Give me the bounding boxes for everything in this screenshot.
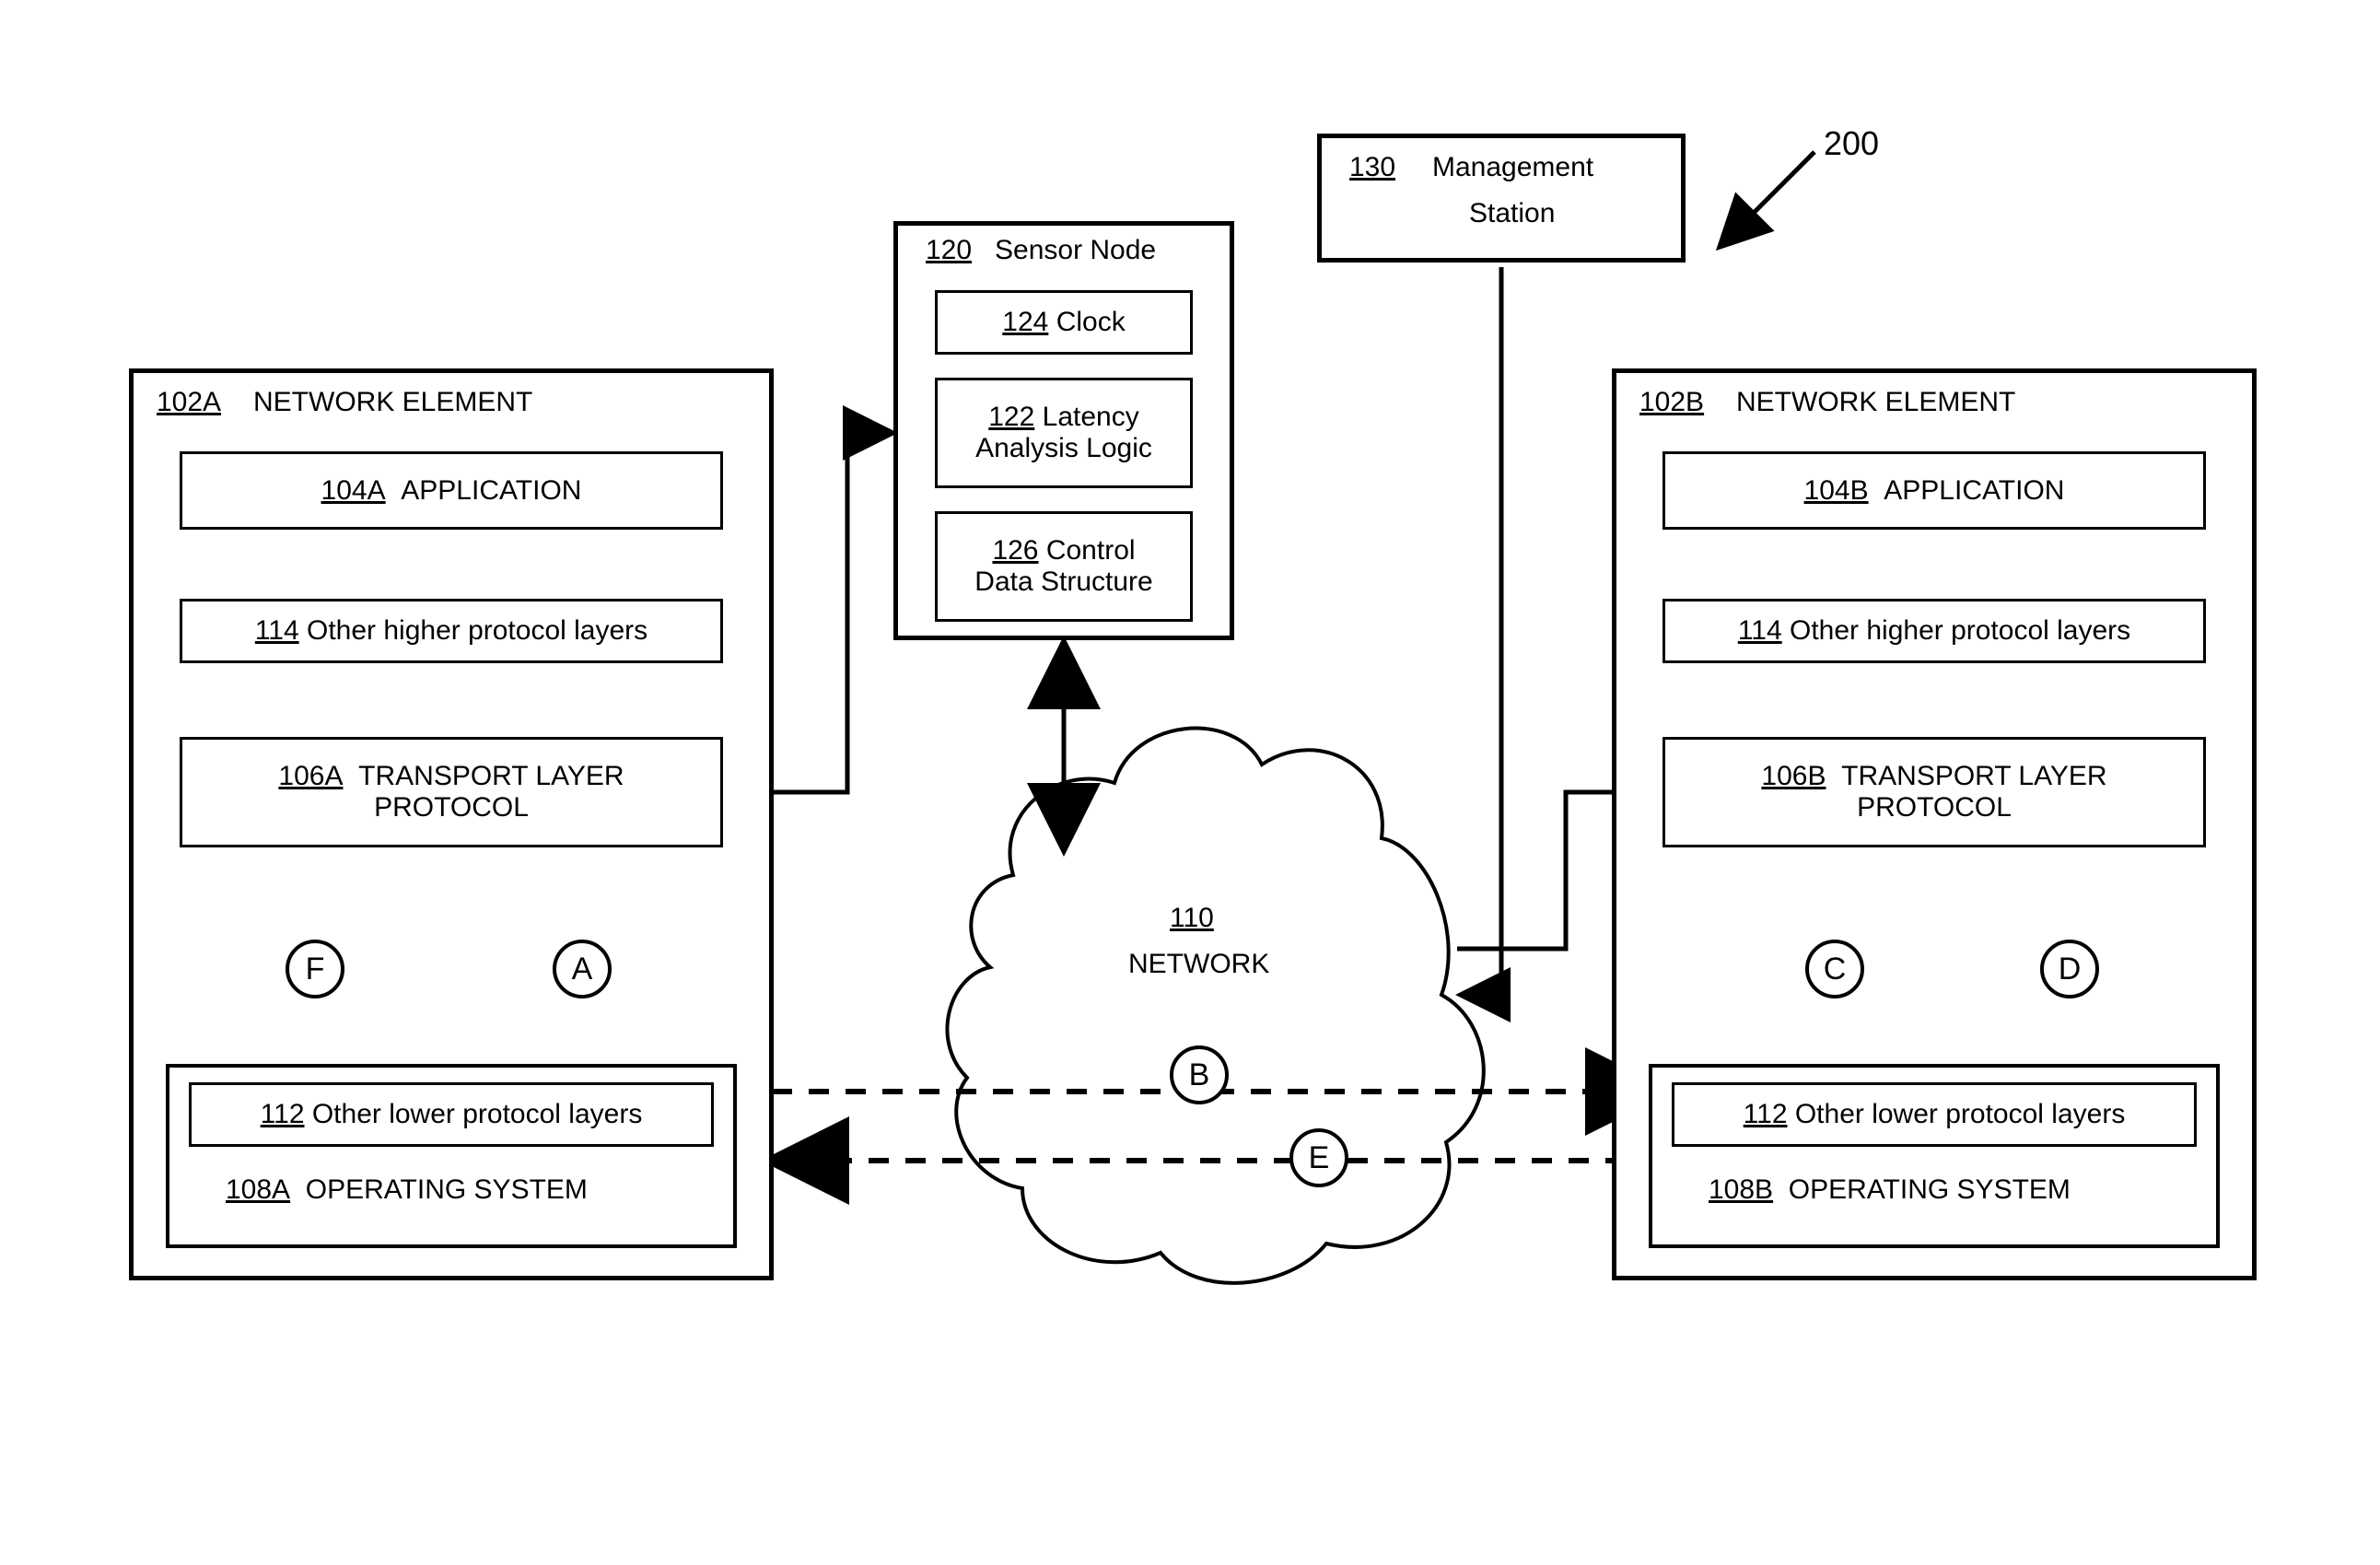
- elemA-transport: 106A TRANSPORT LAYER PROTOCOL: [180, 737, 723, 847]
- elemA-os-label: 108A OPERATING SYSTEM: [226, 1174, 588, 1206]
- sensor-label: Sensor Node: [995, 235, 1156, 266]
- marker-e: E: [1289, 1128, 1348, 1187]
- marker-b: B: [1170, 1045, 1229, 1104]
- network-element-a: 102A NETWORK ELEMENT 104A APPLICATION 11…: [129, 368, 774, 1280]
- mgmt-label2: Station: [1469, 198, 1555, 229]
- marker-f: F: [286, 940, 344, 999]
- figure-number: 200: [1824, 124, 1879, 163]
- elemA-label: NETWORK ELEMENT: [253, 387, 532, 418]
- elemB-ref: 102B: [1639, 387, 1704, 418]
- marker-d: D: [2040, 940, 2099, 999]
- marker-a: A: [553, 940, 612, 999]
- network-ref: 110: [1170, 903, 1214, 934]
- sensor-node-box: 120 Sensor Node 124 Clock 122 Latency An…: [893, 221, 1234, 640]
- elemA-higher: 114 Other higher protocol layers: [180, 599, 723, 663]
- elemB-app: 104B APPLICATION: [1662, 451, 2206, 530]
- latency-box: 122 Latency Analysis Logic: [935, 378, 1193, 488]
- clock-box: 124 Clock: [935, 290, 1193, 355]
- mgmt-ref: 130: [1349, 152, 1395, 183]
- network-element-b: 102B NETWORK ELEMENT 104B APPLICATION 11…: [1612, 368, 2257, 1280]
- management-station-box: 130 Management Station: [1317, 134, 1686, 263]
- elemA-app: 104A APPLICATION: [180, 451, 723, 530]
- elemB-os-label: 108B OPERATING SYSTEM: [1709, 1174, 2071, 1206]
- elemB-lower: 112 Other lower protocol layers: [1672, 1082, 2197, 1147]
- elemB-higher: 114 Other higher protocol layers: [1662, 599, 2206, 663]
- control-box: 126 Control Data Structure: [935, 511, 1193, 622]
- mgmt-label1: Management: [1432, 152, 1593, 183]
- elemB-label: NETWORK ELEMENT: [1736, 387, 2015, 418]
- elemA-lower: 112 Other lower protocol layers: [189, 1082, 714, 1147]
- elemB-transport: 106B TRANSPORT LAYER PROTOCOL: [1662, 737, 2206, 847]
- elemA-ref: 102A: [157, 387, 221, 418]
- network-label: NETWORK: [1128, 949, 1269, 980]
- marker-c: C: [1805, 940, 1864, 999]
- sensor-ref: 120: [926, 235, 972, 266]
